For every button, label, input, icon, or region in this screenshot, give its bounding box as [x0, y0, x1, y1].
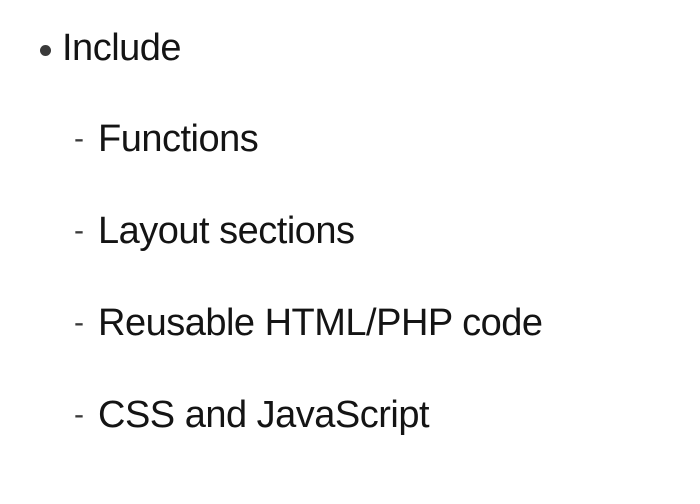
dash-marker: -	[74, 306, 84, 339]
main-bullet: Include	[40, 22, 182, 74]
dash-marker: -	[74, 122, 84, 155]
dash-marker: -	[74, 214, 84, 247]
sub-item-reusable-code: - Reusable HTML/PHP code	[74, 297, 543, 349]
bullet-heading: Include	[62, 27, 182, 69]
dash-marker: -	[74, 398, 84, 431]
sub-item-text: Layout sections	[98, 210, 355, 252]
sub-item-css-javascript: - CSS and JavaScript	[74, 389, 430, 441]
sub-item-text: Reusable HTML/PHP code	[98, 302, 543, 344]
sub-item-functions: - Functions	[74, 113, 259, 165]
sub-item-text: Functions	[98, 118, 259, 160]
sub-item-text: CSS and JavaScript	[98, 394, 430, 436]
bullet-dot-icon	[40, 44, 51, 56]
sub-item-layout-sections: - Layout sections	[74, 205, 355, 257]
slide-content: Include - Functions - Layout sections - …	[0, 0, 700, 504]
